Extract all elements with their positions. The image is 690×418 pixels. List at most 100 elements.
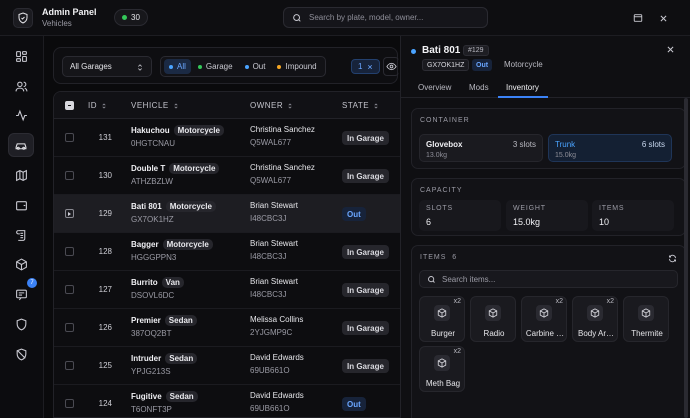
chip-out[interactable]: Out [240, 59, 271, 74]
vehicle-plate: ATHZBZLW [131, 177, 173, 186]
table-header: ID VEHICLE OWNER STATE [54, 92, 400, 119]
sidebar-item-vehicles[interactable] [8, 133, 34, 157]
window-icon[interactable] [631, 11, 645, 25]
scrollbar-thumb[interactable] [684, 98, 688, 418]
scroll-icon [15, 229, 25, 241]
table-row[interactable]: 130 Double T Motorcycle ATHZBZLW Christin… [54, 157, 400, 195]
chevron-updown-icon [138, 64, 142, 71]
global-search-input[interactable] [309, 13, 479, 22]
vehicle-plate: 0HGTCNAU [131, 139, 176, 148]
garage-select-value: All Garages [70, 62, 112, 71]
capacity-label: CAPACITY [420, 187, 463, 194]
owner-name: Brian Stewart [250, 239, 299, 248]
item-slot[interactable]: Radio [470, 296, 516, 342]
tab-inventory[interactable]: Inventory [506, 83, 539, 92]
close-panel-button[interactable] [666, 45, 676, 55]
box-icon [587, 305, 603, 321]
row-checkbox[interactable] [65, 285, 74, 294]
chip-garage[interactable]: Garage [193, 59, 238, 74]
filter-bar: All Garages All Garage Out Impound 1 [53, 47, 399, 84]
close-icon[interactable] [367, 64, 373, 70]
table-row[interactable]: 129 Bati 801 Motorcycle GX7OK1HZ Brian St… [54, 195, 400, 233]
sort-icon [102, 102, 106, 109]
tab-mods[interactable]: Mods [469, 83, 489, 92]
table-row[interactable]: 125 Intruder Sedan YPJG213S David Edwards… [54, 347, 400, 385]
table-row[interactable]: 126 Premier Sedan 387OQ2BT Melissa Collin… [54, 309, 400, 347]
status-badge: Out [472, 59, 493, 71]
item-name: Burger [430, 329, 455, 338]
row-checkbox[interactable] [65, 323, 74, 332]
panel-scrollbar[interactable] [684, 98, 688, 418]
sidebar-item-logs[interactable] [8, 223, 34, 247]
sidebar-item-bans[interactable] [8, 342, 34, 366]
chip-all[interactable]: All [164, 59, 191, 74]
header-id[interactable]: ID [88, 101, 107, 110]
item-slot[interactable]: x2 Body Ar… [572, 296, 618, 342]
row-checkbox[interactable] [65, 209, 74, 218]
stat-items: ITEMS 10 [592, 200, 674, 231]
refresh-button[interactable] [668, 254, 677, 265]
table-row[interactable]: 131 Hakuchou Motorcycle 0HGTCNAU Christin… [54, 119, 400, 157]
sort-icon [374, 102, 378, 109]
box-icon [434, 355, 450, 371]
row-checkbox[interactable] [65, 399, 74, 408]
vehicle-model: Bati 801 [131, 202, 162, 211]
capacity-card: CAPACITY SLOTS 6 WEIGHT 15.0kg ITEMS 10 [411, 178, 686, 236]
global-search[interactable] [283, 7, 488, 28]
sidebar-item-inventory[interactable] [8, 252, 34, 276]
sidebar-item-users[interactable] [8, 74, 34, 98]
container-weight: 13.0kg [426, 152, 448, 159]
online-count: 30 [131, 13, 140, 22]
sidebar-item-wallet[interactable] [8, 193, 34, 217]
dot-icon [244, 64, 249, 69]
item-name: Radio [483, 329, 505, 338]
header-vehicle[interactable]: VEHICLE [131, 101, 179, 110]
online-count-badge: 30 [114, 9, 148, 26]
online-dot-icon [122, 15, 127, 20]
table-row[interactable]: 128 Bagger Motorcycle HGGGPPN3 Brian Stew… [54, 233, 400, 271]
selection-count: 1 [358, 62, 363, 71]
table-row[interactable]: 124 Fugitive Sedan T6ONFT3P David Edwards… [54, 385, 400, 417]
header-owner[interactable]: OWNER [250, 101, 293, 110]
sidebar-item-map[interactable] [8, 163, 34, 187]
item-slot[interactable]: x2 Burger [419, 296, 465, 342]
item-slot[interactable]: x2 Carbine … [521, 296, 567, 342]
sidebar-item-security[interactable] [8, 312, 34, 336]
vehicle-id-tag: #129 [463, 45, 489, 56]
stat-label: ITEMS [599, 205, 625, 212]
container-glovebox[interactable]: Glovebox 3 slots 13.0kg [419, 134, 543, 162]
stat-label: WEIGHT [513, 205, 546, 212]
items-search[interactable] [419, 270, 678, 288]
item-slot[interactable]: Thermite [623, 296, 669, 342]
shield-icon [16, 318, 26, 331]
chip-impound[interactable]: Impound [272, 59, 321, 74]
eye-button[interactable] [383, 57, 399, 76]
container-trunk[interactable]: Trunk 6 slots 15.0kg [548, 134, 672, 162]
vehicle-type-badge: Motorcycle [165, 201, 216, 212]
chip-label: Impound [285, 62, 317, 71]
sidebar-item-dashboard[interactable] [8, 44, 34, 68]
container-slots: 3 slots [512, 140, 536, 149]
tab-overview[interactable]: Overview [418, 83, 451, 92]
row-checkbox[interactable] [65, 133, 74, 142]
item-slot[interactable]: x2 Meth Bag [419, 346, 465, 392]
row-checkbox[interactable] [65, 247, 74, 256]
row-checkbox[interactable] [65, 361, 74, 370]
sidebar-item-messages[interactable]: 7 [8, 278, 37, 306]
close-icon[interactable] [656, 11, 670, 25]
sidebar-item-activity[interactable] [8, 103, 34, 127]
vehicle-plate: HGGGPPN3 [131, 253, 177, 262]
items-search-input[interactable] [442, 274, 662, 284]
selection-count-badge[interactable]: 1 [351, 59, 381, 74]
header-state[interactable]: STATE [342, 101, 379, 110]
table-row[interactable]: 127 Burrito Van DSOVL6DC Brian Stewart I4… [54, 271, 400, 309]
stat-value: 10 [599, 217, 610, 227]
garage-select[interactable]: All Garages [62, 56, 152, 77]
select-all-checkbox[interactable] [65, 101, 74, 110]
item-name: Thermite [631, 329, 663, 338]
owner-name: Melissa Collins [250, 315, 304, 324]
box-icon [434, 305, 450, 321]
row-checkbox[interactable] [65, 171, 74, 180]
owner-name: Christina Sanchez [250, 125, 315, 134]
refresh-icon [669, 254, 676, 263]
